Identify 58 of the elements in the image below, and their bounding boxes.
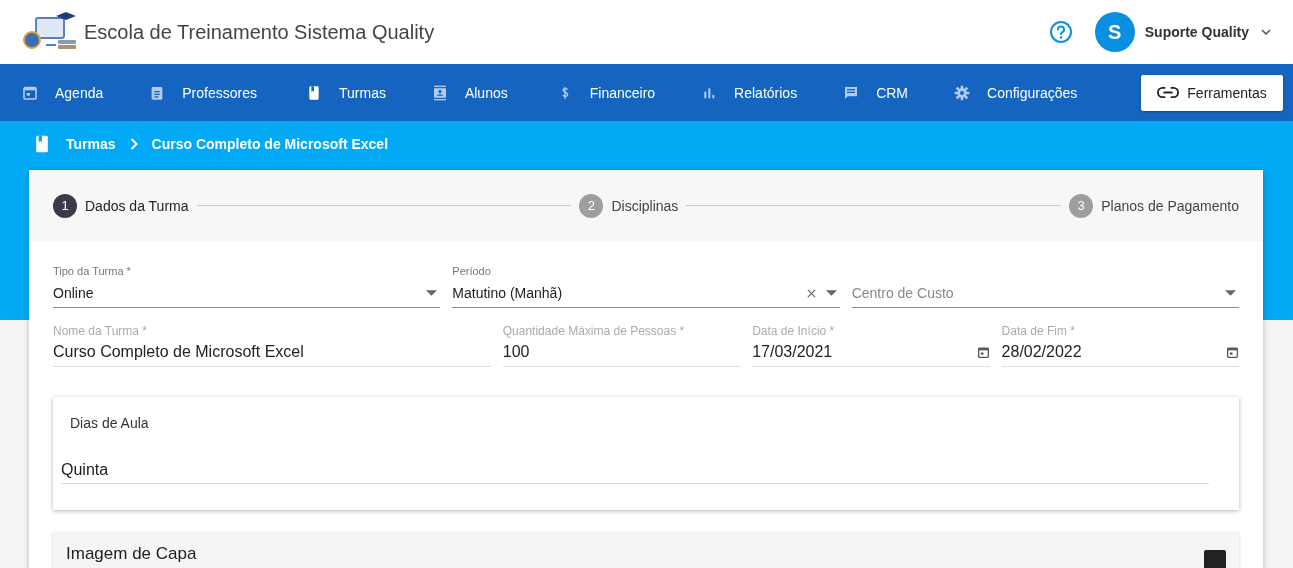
input-field[interactable]: Quinta bbox=[61, 461, 1209, 484]
app-title: Escola de Treinamento Sistema Quality bbox=[84, 20, 435, 44]
select-field[interactable]: Tipo da Turma * Online bbox=[53, 265, 441, 308]
field-label: Quantidade Máxima de Pessoas * bbox=[502, 324, 686, 338]
step-number: 1 bbox=[53, 193, 77, 218]
nav-item[interactable]: Professores bbox=[149, 84, 257, 101]
field-value: Online bbox=[53, 285, 94, 301]
section-title: Dias de Aula bbox=[70, 415, 150, 431]
clear-icon[interactable] bbox=[806, 288, 816, 298]
nav-item[interactable]: Agenda bbox=[22, 84, 104, 101]
date-field[interactable]: Data de Início * 17/03/2021 bbox=[752, 324, 990, 367]
help-icon[interactable] bbox=[1048, 20, 1073, 44]
nav-item[interactable]: CRM bbox=[843, 84, 909, 101]
input-field[interactable]: Quantidade Máxima de Pessoas * 100 bbox=[502, 324, 741, 367]
dropdown-arrow-icon[interactable] bbox=[1225, 290, 1236, 296]
calendar-icon[interactable] bbox=[1226, 345, 1239, 359]
field-value: Curso Completo de Microsoft Excel bbox=[53, 343, 304, 361]
field-value: 100 bbox=[502, 343, 530, 361]
field-label: Nome da Turma * bbox=[53, 324, 149, 338]
input-field[interactable]: Nome da Turma * Curso Completo de Microsoft Excel bbox=[53, 324, 491, 367]
step-label: Disciplinas bbox=[611, 197, 679, 214]
step[interactable]: 2 Disciplinas bbox=[579, 193, 679, 218]
field-value: 17/03/2021 bbox=[752, 343, 833, 361]
nav-item[interactable]: Turmas bbox=[306, 84, 386, 101]
field-label: Tipo da Turma * bbox=[53, 265, 132, 279]
contact-icon bbox=[431, 84, 448, 101]
dropdown-arrow-icon[interactable] bbox=[825, 290, 837, 296]
step-label: Dados da Turma bbox=[85, 197, 189, 214]
nav-item[interactable]: Financeiro bbox=[556, 84, 656, 101]
field-label: Data de Início * bbox=[752, 324, 836, 338]
date-field[interactable]: Data de Fim * 28/02/2022 bbox=[1001, 324, 1239, 367]
nav-item[interactable]: Relatórios bbox=[701, 84, 798, 101]
calendar-icon bbox=[22, 84, 38, 101]
dropdown-arrow-icon[interactable] bbox=[426, 290, 438, 296]
section-title: Imagem de Capa bbox=[66, 544, 197, 564]
user-name[interactable]: Suporte Quality bbox=[1144, 24, 1249, 40]
calendar-icon[interactable] bbox=[976, 345, 990, 359]
field-value: 28/02/2022 bbox=[1001, 343, 1082, 361]
field-placeholder: Centro de Custo bbox=[851, 285, 954, 301]
link-icon bbox=[1157, 87, 1180, 98]
chat-icon bbox=[843, 84, 860, 101]
field-label: Data de Fim * bbox=[1001, 324, 1076, 338]
field-label: Período bbox=[452, 265, 492, 279]
select-field[interactable]: Centro de Custo bbox=[851, 265, 1239, 308]
step-number: 2 bbox=[579, 193, 604, 218]
nav-item[interactable]: Configurações bbox=[954, 84, 1078, 101]
step[interactable]: 1 Dados da Turma bbox=[53, 193, 189, 218]
step-number: 3 bbox=[1069, 193, 1094, 218]
field-value: Matutino (Manhã) bbox=[452, 285, 563, 301]
step-label: Planos de Pagamento bbox=[1101, 197, 1239, 214]
chevron-right-icon bbox=[129, 138, 138, 150]
step[interactable]: 3 Planos de Pagamento bbox=[1069, 193, 1239, 218]
book-icon bbox=[306, 84, 322, 101]
nav-item[interactable]: Alunos bbox=[431, 84, 508, 101]
select-field[interactable]: Período Matutino (Manhã) bbox=[452, 265, 840, 308]
gear-icon bbox=[954, 84, 971, 101]
chevron-down-icon[interactable] bbox=[1261, 29, 1271, 35]
tools-button[interactable]: Ferramentas bbox=[1141, 74, 1283, 111]
